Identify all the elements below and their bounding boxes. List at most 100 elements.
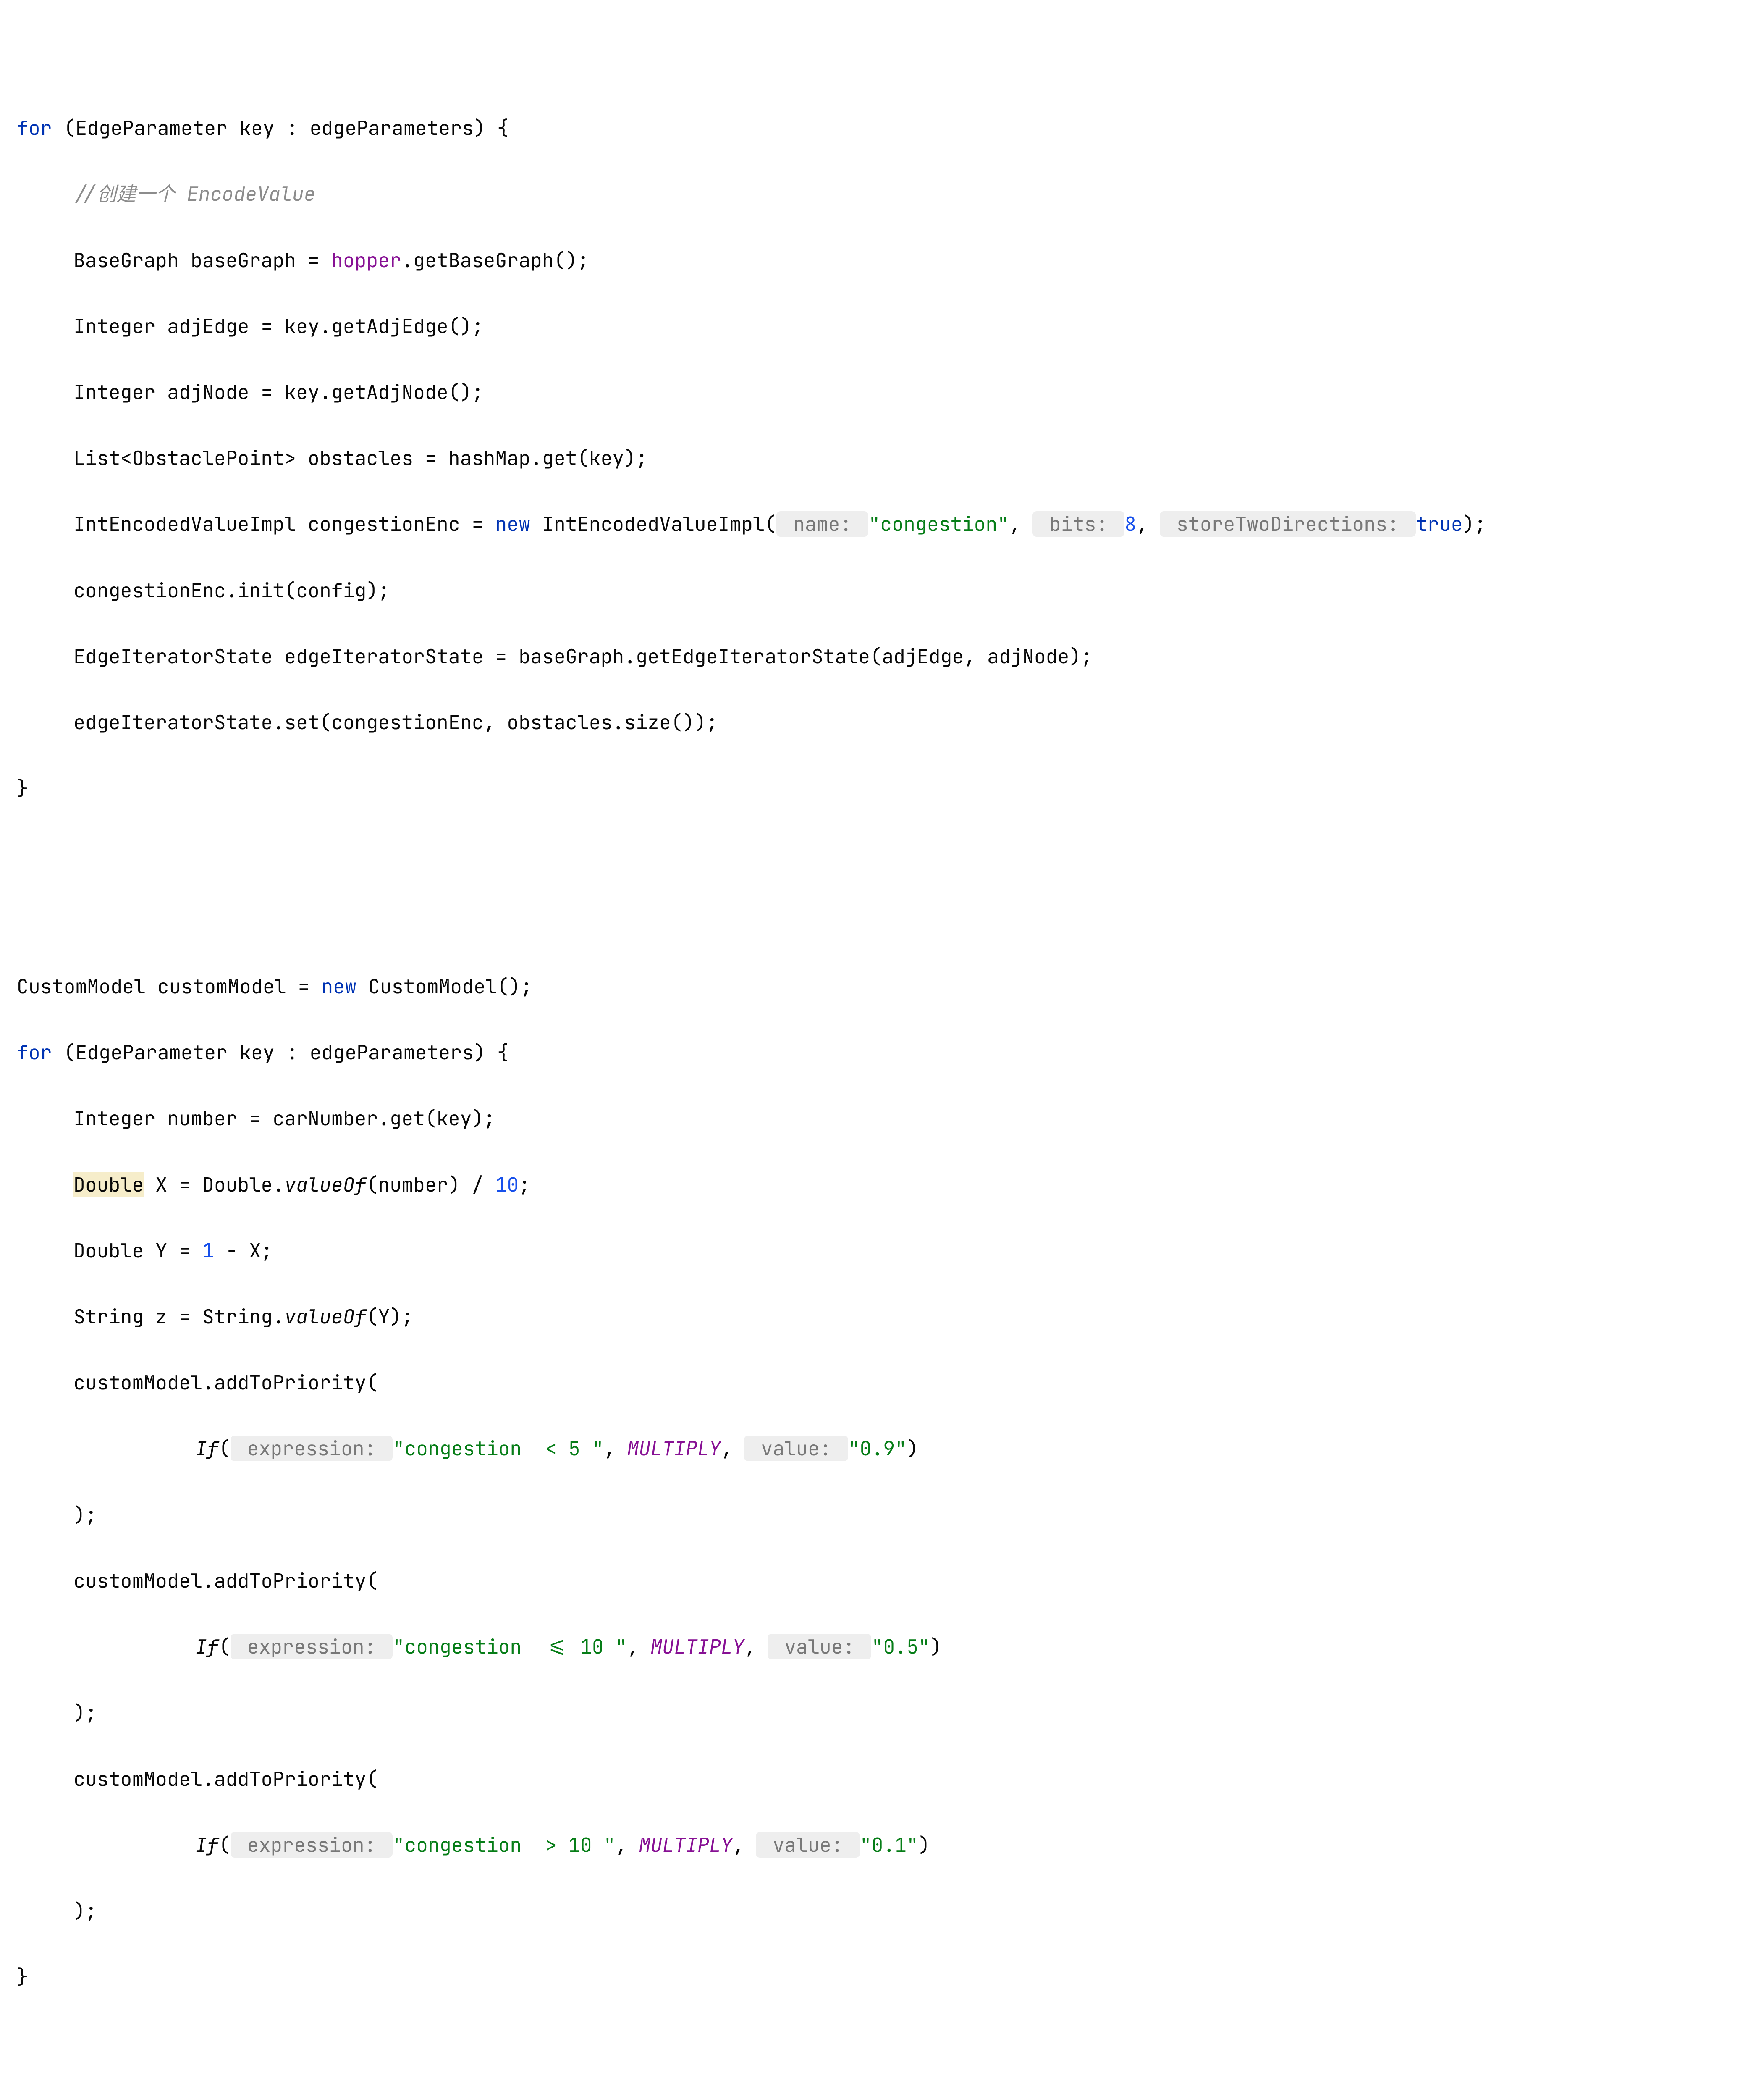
hint-expression: expression:: [231, 1832, 393, 1858]
code-text: ,: [604, 1436, 627, 1461]
code-text: IntEncodedValueImpl congestionEnc =: [73, 511, 495, 537]
code-text: .getBaseGraph();: [401, 247, 589, 273]
code-text: X = Double.: [144, 1172, 284, 1197]
code-line[interactable]: Integer adjEdge = key.getAdjEdge();: [0, 304, 1740, 349]
code-line[interactable]: for (EdgeParameter key : edgeParameters)…: [0, 105, 1740, 150]
code-text: );: [73, 1502, 97, 1528]
string-literal: "congestion <= 10 ": [393, 1634, 627, 1659]
keyword-for: for: [17, 1040, 52, 1065]
code-text: (: [219, 1436, 231, 1461]
code-line[interactable]: Double Y = 1 - X;: [0, 1228, 1740, 1273]
code-line[interactable]: Double X = Double.valueOf(number) / 10;: [0, 1162, 1740, 1207]
code-line[interactable]: for (EdgeParameter key : edgeParameters)…: [0, 1030, 1740, 1075]
string-literal: "0.5": [871, 1634, 930, 1659]
string-literal: "congestion < 5 ": [393, 1436, 603, 1461]
constant-multiply: MULTIPLY: [650, 1634, 744, 1659]
code-text: (: [219, 1832, 231, 1858]
code-text: edgeIteratorState.set(congestionEnc, obs…: [73, 709, 718, 735]
highlighted-token: Double: [73, 1172, 144, 1197]
number-literal: 10: [495, 1172, 519, 1197]
code-line[interactable]: }: [0, 1954, 1740, 1999]
code-text: );: [73, 1898, 97, 1924]
code-line[interactable]: edgeIteratorState.set(congestionEnc, obs…: [0, 700, 1740, 745]
comment: //创建一个 EncodeValue: [73, 181, 316, 207]
code-line[interactable]: Integer adjNode = key.getAdjNode();: [0, 370, 1740, 415]
code-line[interactable]: CustomModel customModel = new CustomMode…: [0, 964, 1740, 1009]
hint-value: value:: [756, 1832, 860, 1858]
code-line[interactable]: customModel.addToPriority(: [0, 1360, 1740, 1405]
code-text: ,: [616, 1832, 639, 1858]
code-line[interactable]: IntEncodedValueImpl congestionEnc = new …: [0, 501, 1740, 546]
code-line[interactable]: If( expression: "congestion < 5 ", MULTI…: [0, 1426, 1740, 1471]
code-text: customModel.addToPriority(: [73, 1766, 378, 1792]
string-literal: "congestion > 10 ": [393, 1832, 615, 1858]
code-line[interactable]: //创建一个 EncodeValue: [0, 171, 1740, 216]
code-line[interactable]: customModel.addToPriority(: [0, 1756, 1740, 1801]
field-ref: hopper: [331, 247, 401, 273]
code-text: Integer adjEdge = key.getAdjEdge();: [73, 313, 484, 339]
code-line[interactable]: }: [0, 766, 1740, 811]
code-text: }: [17, 775, 29, 801]
code-text: congestionEnc.init(config);: [73, 578, 390, 603]
code-text: EdgeIteratorState edgeIteratorState = ba…: [73, 643, 1093, 669]
keyword-true: true: [1416, 511, 1463, 537]
code-line[interactable]: Integer number = carNumber.get(key);: [0, 1096, 1740, 1141]
code-text: IntEncodedValueImpl(: [530, 511, 776, 537]
string-literal: "congestion": [868, 511, 1009, 537]
code-text: ,: [1136, 511, 1160, 537]
keyword-new: new: [321, 974, 356, 999]
code-line[interactable]: List<ObstaclePoint> obstacles = hashMap.…: [0, 436, 1740, 480]
code-text: ,: [733, 1832, 756, 1858]
code-line[interactable]: String z = String.valueOf(Y);: [0, 1294, 1740, 1339]
constant-multiply: MULTIPLY: [639, 1832, 732, 1858]
code-text: );: [73, 1700, 97, 1725]
code-text: BaseGraph baseGraph =: [73, 247, 331, 273]
keyword-new: new: [495, 511, 530, 537]
hint-value: value:: [744, 1436, 848, 1461]
static-method-if: If: [195, 1436, 219, 1461]
code-editor[interactable]: for (EdgeParameter key : edgeParameters)…: [0, 84, 1740, 2021]
code-text: ,: [744, 1634, 768, 1659]
keyword-for: for: [17, 115, 52, 141]
code-text: );: [1463, 511, 1486, 537]
string-literal: "0.9": [848, 1436, 907, 1461]
code-text: ;: [519, 1172, 530, 1197]
code-text: CustomModel();: [356, 974, 532, 999]
constant-multiply: MULTIPLY: [627, 1436, 721, 1461]
code-text: CustomModel customModel =: [17, 974, 321, 999]
code-text: ): [930, 1634, 942, 1659]
code-text: Integer adjNode = key.getAdjNode();: [73, 379, 484, 405]
code-text: Integer number = carNumber.get(key);: [73, 1105, 495, 1131]
code-line[interactable]: );: [0, 1690, 1740, 1735]
code-text: (EdgeParameter key : edgeParameters) {: [52, 115, 509, 141]
code-line[interactable]: customModel.addToPriority(: [0, 1558, 1740, 1603]
code-text: ): [907, 1436, 918, 1461]
static-method: valueOf: [284, 1304, 366, 1329]
code-line[interactable]: BaseGraph baseGraph = hopper.getBaseGrap…: [0, 238, 1740, 283]
hint-name: name:: [776, 511, 868, 537]
hint-expression: expression:: [231, 1436, 393, 1461]
static-method: valueOf: [284, 1172, 366, 1197]
code-text: Double Y =: [73, 1238, 202, 1263]
code-text: ): [918, 1832, 930, 1858]
static-method-if: If: [195, 1832, 219, 1858]
number-literal: 8: [1124, 511, 1136, 537]
code-line[interactable]: If( expression: "congestion > 10 ", MULT…: [0, 1822, 1740, 1867]
code-line[interactable]: );: [0, 1888, 1740, 1933]
code-line[interactable]: If( expression: "congestion <= 10 ", MUL…: [0, 1624, 1740, 1669]
hint-store: storeTwoDirections:: [1160, 511, 1416, 537]
static-method-if: If: [195, 1634, 219, 1659]
code-line[interactable]: EdgeIteratorState edgeIteratorState = ba…: [0, 634, 1740, 679]
code-text: customModel.addToPriority(: [73, 1568, 378, 1593]
code-line[interactable]: );: [0, 1492, 1740, 1537]
code-text: List<ObstaclePoint> obstacles = hashMap.…: [73, 445, 647, 471]
code-text: ,: [627, 1634, 650, 1659]
blank-line[interactable]: [0, 898, 1740, 943]
blank-line[interactable]: [0, 832, 1740, 877]
string-literal: "0.1": [860, 1832, 919, 1858]
code-text: (Y);: [367, 1304, 414, 1329]
hint-value: value:: [768, 1634, 871, 1659]
code-line[interactable]: congestionEnc.init(config);: [0, 568, 1740, 613]
code-text: }: [17, 1964, 29, 1990]
code-text: - X;: [214, 1238, 273, 1263]
